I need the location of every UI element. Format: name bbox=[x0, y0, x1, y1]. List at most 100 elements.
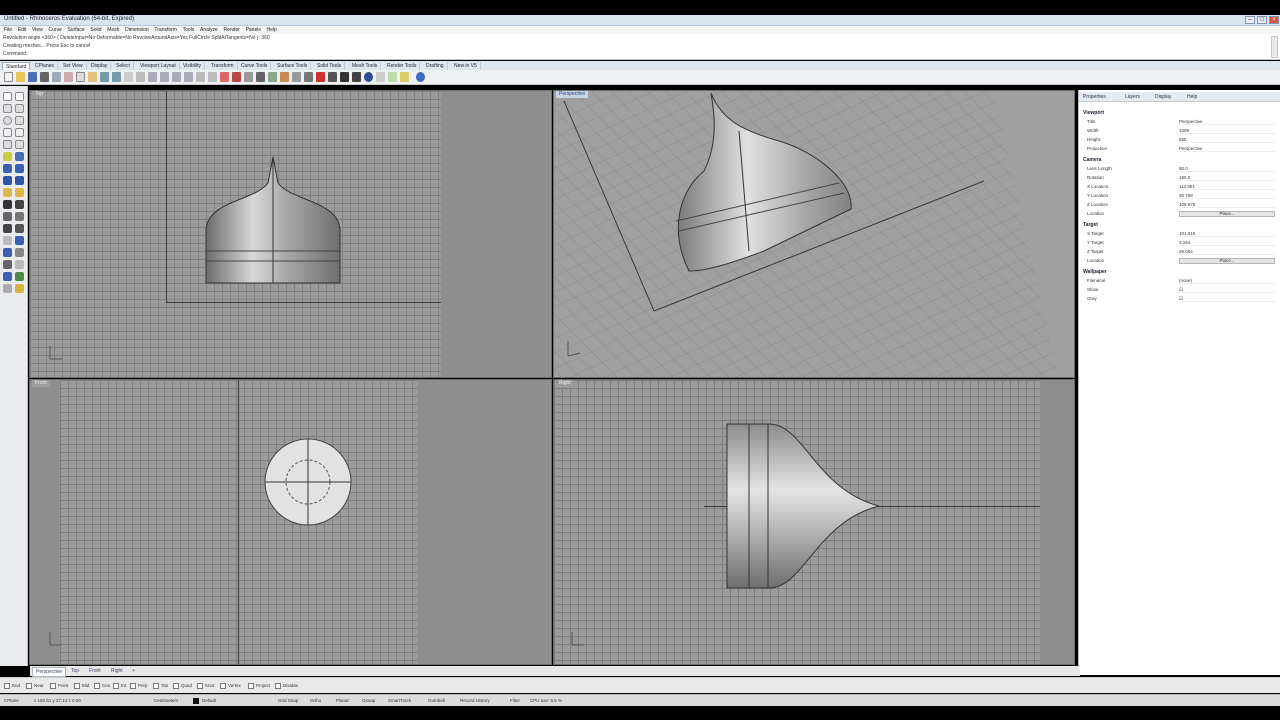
cut-icon[interactable] bbox=[64, 72, 73, 82]
print-icon[interactable] bbox=[40, 72, 49, 82]
rotate-icon[interactable] bbox=[3, 236, 12, 245]
select-all-icon[interactable] bbox=[220, 72, 229, 82]
prop-value[interactable]: (none) bbox=[1179, 277, 1275, 284]
copy-tool-icon[interactable] bbox=[15, 224, 24, 233]
viewport-top-label[interactable]: Top bbox=[32, 91, 47, 98]
polyline-icon[interactable] bbox=[3, 104, 12, 113]
split-icon[interactable] bbox=[15, 200, 24, 209]
wireframe-icon[interactable] bbox=[292, 72, 301, 82]
tab-set-view[interactable]: Set View bbox=[60, 62, 87, 70]
tab-select[interactable]: Select bbox=[113, 62, 134, 70]
tab-help[interactable]: Help bbox=[1187, 94, 1197, 101]
target-place-button[interactable]: Place... bbox=[1179, 258, 1275, 264]
gray-checkbox[interactable]: ☑ bbox=[1179, 295, 1275, 302]
paste-icon[interactable] bbox=[88, 72, 97, 82]
rendered-icon[interactable] bbox=[316, 72, 325, 82]
toggle-gumball[interactable]: Gumball bbox=[426, 697, 447, 705]
tab-surface-tools[interactable]: Surface Tools bbox=[274, 62, 312, 70]
array-icon[interactable] bbox=[15, 248, 24, 257]
tab-mesh-tools[interactable]: Mesh Tools bbox=[349, 62, 382, 70]
status-layer[interactable]: Default bbox=[200, 697, 218, 705]
tab-display[interactable]: Display bbox=[88, 62, 112, 70]
dimension-icon[interactable] bbox=[3, 272, 12, 281]
show-checkbox[interactable]: ☑ bbox=[1179, 286, 1275, 293]
prop-value[interactable]: 1009 bbox=[1179, 127, 1275, 134]
viewport-tab-perspective[interactable]: Perspective bbox=[32, 667, 67, 677]
material-icon[interactable] bbox=[340, 72, 349, 82]
viewport-right-label[interactable]: Right bbox=[556, 380, 574, 387]
save-icon[interactable] bbox=[28, 72, 37, 82]
tab-layers[interactable]: Layers bbox=[1125, 94, 1140, 101]
help-icon[interactable] bbox=[416, 72, 425, 82]
close-button[interactable]: × bbox=[1269, 16, 1279, 24]
zoom-selected-icon[interactable] bbox=[184, 72, 193, 82]
lightbulb-icon[interactable] bbox=[400, 72, 409, 82]
command-scrollbar[interactable] bbox=[1271, 36, 1278, 58]
toggle-osnap[interactable]: Osnap bbox=[360, 697, 377, 705]
menu-solid[interactable]: Solid bbox=[90, 26, 101, 34]
prop-value[interactable]: Perspective bbox=[1179, 118, 1275, 125]
maximize-button[interactable]: □ bbox=[1257, 16, 1267, 24]
viewport-front[interactable]: Front bbox=[29, 379, 552, 665]
menu-analyze[interactable]: Analyze bbox=[200, 26, 218, 34]
open-icon[interactable] bbox=[16, 72, 25, 82]
toggle-filter[interactable]: Filter bbox=[508, 697, 522, 705]
menu-file[interactable]: File bbox=[4, 26, 12, 34]
arc-icon[interactable] bbox=[15, 116, 24, 125]
menu-transform[interactable]: Transform bbox=[154, 26, 177, 34]
tab-solid-tools[interactable]: Solid Tools bbox=[314, 62, 346, 70]
menu-tools[interactable]: Tools bbox=[183, 26, 195, 34]
sphere-icon[interactable] bbox=[364, 72, 373, 82]
osnap-end[interactable]: End bbox=[4, 682, 20, 689]
box-icon[interactable] bbox=[3, 188, 12, 197]
properties-icon[interactable] bbox=[280, 72, 289, 82]
osnap-project[interactable]: Project bbox=[248, 682, 270, 689]
menu-edit[interactable]: Edit bbox=[18, 26, 27, 34]
zoom-extents-icon[interactable] bbox=[172, 72, 181, 82]
tab-cplanes[interactable]: CPlanes bbox=[32, 62, 58, 70]
osnap-int[interactable]: Int bbox=[113, 682, 126, 689]
redo-icon[interactable] bbox=[112, 72, 121, 82]
prop-value[interactable]: 26.084 bbox=[1179, 248, 1275, 255]
analyze-icon[interactable] bbox=[15, 260, 24, 269]
point-icon[interactable] bbox=[15, 92, 24, 101]
rectangle-icon[interactable] bbox=[15, 128, 24, 137]
undo-icon[interactable] bbox=[100, 72, 109, 82]
tab-new-in-v5[interactable]: New in V5 bbox=[451, 62, 481, 70]
polygon-icon[interactable] bbox=[3, 140, 12, 149]
prop-value[interactable]: Perspective bbox=[1179, 145, 1275, 152]
menu-help[interactable]: Help bbox=[267, 26, 277, 34]
tab-display-panel[interactable]: Display bbox=[1155, 94, 1171, 101]
osnap-quad[interactable]: Quad bbox=[173, 682, 192, 689]
camera-place-button[interactable]: Place... bbox=[1179, 211, 1275, 217]
menu-curve[interactable]: Curve bbox=[48, 26, 61, 34]
osnap-knot[interactable]: Knot bbox=[197, 682, 214, 689]
osnap-vertex[interactable]: Vertex bbox=[220, 682, 241, 689]
new-icon[interactable] bbox=[4, 72, 13, 82]
four-views-icon[interactable] bbox=[208, 72, 217, 82]
revolve-icon[interactable] bbox=[15, 176, 24, 185]
viewport-tab-top[interactable]: Top bbox=[68, 667, 82, 675]
minimize-button[interactable]: – bbox=[1245, 16, 1255, 24]
osnap-point[interactable]: Point bbox=[50, 682, 68, 689]
toggle-ortho[interactable]: Ortho bbox=[308, 697, 323, 705]
tab-curve-tools[interactable]: Curve Tools bbox=[238, 62, 272, 70]
command-prompt[interactable]: Command: bbox=[0, 50, 1280, 58]
toggle-smarttrack[interactable]: SmartTrack bbox=[386, 697, 413, 705]
viewport-perspective[interactable]: Perspective bbox=[553, 90, 1075, 378]
ellipse-icon[interactable] bbox=[3, 128, 12, 137]
move-icon[interactable] bbox=[3, 224, 12, 233]
group-icon[interactable] bbox=[3, 284, 12, 293]
loft-icon[interactable] bbox=[3, 176, 12, 185]
tab-transform[interactable]: Transform bbox=[208, 62, 238, 70]
menu-surface[interactable]: Surface bbox=[67, 26, 84, 34]
copy-icon[interactable] bbox=[76, 72, 85, 82]
grid-snap-icon[interactable] bbox=[256, 72, 265, 82]
osnap-tan[interactable]: Tan bbox=[153, 682, 168, 689]
points-on-icon[interactable] bbox=[3, 260, 12, 269]
prop-value[interactable]: 108.975 bbox=[1179, 201, 1275, 208]
menu-render[interactable]: Render bbox=[223, 26, 239, 34]
osnap-perp[interactable]: Perp bbox=[130, 682, 148, 689]
shaded-icon[interactable] bbox=[304, 72, 313, 82]
curve-icon[interactable] bbox=[15, 104, 24, 113]
